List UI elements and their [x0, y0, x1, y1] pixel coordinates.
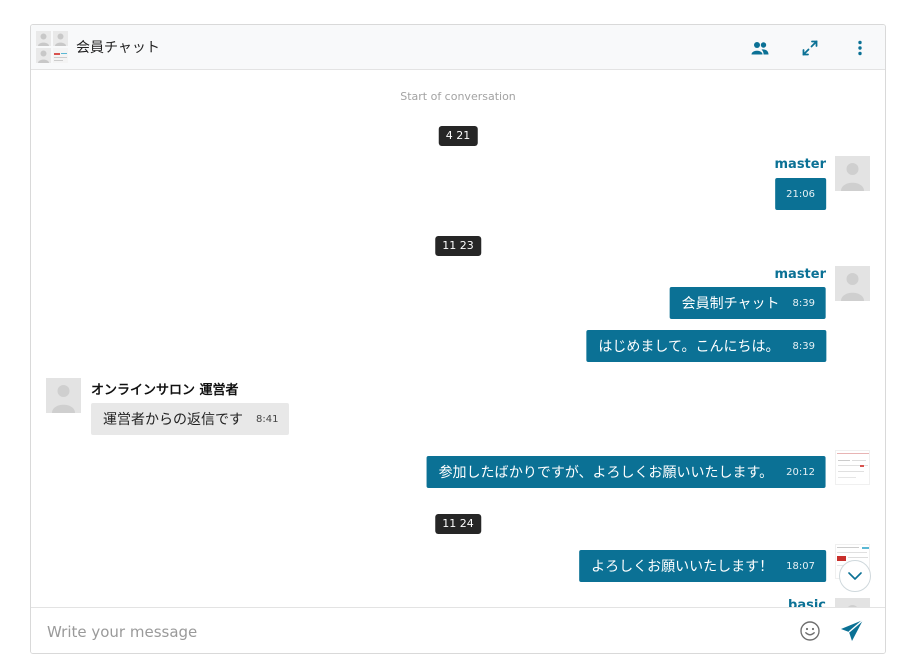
more-vertical-icon[interactable] — [849, 37, 871, 59]
message-input[interactable] — [31, 608, 771, 653]
chat-header: 会員チャット — [31, 25, 885, 70]
message-bubble[interactable]: よろしくお願いいたします！ 18:07 — [579, 550, 826, 582]
message-bubble[interactable]: 運営者からの返信です 8:41 — [91, 403, 290, 435]
message-list[interactable]: Start of conversation 4 21 master 21:06 … — [31, 70, 885, 607]
send-button[interactable] — [839, 618, 865, 644]
message-sender: basic — [788, 598, 826, 607]
user-avatar[interactable] — [835, 450, 870, 485]
user-avatar[interactable] — [46, 378, 81, 413]
message-time: 8:39 — [792, 340, 815, 352]
group-avatar — [36, 31, 69, 64]
conversation-start-label: Start of conversation — [400, 90, 516, 103]
chat-title: 会員チャット — [76, 40, 160, 56]
expand-icon[interactable] — [799, 37, 821, 59]
members-icon[interactable] — [749, 37, 771, 59]
message-bubble[interactable]: 21:06 — [775, 178, 826, 210]
send-icon — [841, 619, 864, 641]
message-time: 21:06 — [786, 188, 815, 200]
date-separator: 4 21 — [438, 126, 478, 146]
user-avatar[interactable] — [835, 156, 870, 191]
message-time: 18:07 — [786, 560, 815, 572]
message-bubble[interactable]: 会員制チャット 8:39 — [669, 287, 826, 319]
member-avatar — [53, 31, 68, 46]
message-sender: master — [774, 157, 827, 172]
message-bubble[interactable]: 参加したばかりですが、よろしくお願いいたします。 20:12 — [426, 456, 826, 488]
emoji-button[interactable] — [799, 620, 821, 642]
message-sender: master — [774, 267, 827, 282]
user-avatar[interactable] — [835, 266, 870, 301]
message-composer — [31, 607, 885, 653]
message-text: よろしくお願いいたします！ — [591, 559, 774, 575]
user-avatar[interactable] — [835, 598, 870, 607]
message-text: 会員制チャット — [681, 296, 780, 312]
message-time: 8:39 — [792, 297, 815, 309]
message-text: 運営者からの返信です — [103, 412, 243, 428]
message-bubble[interactable]: はじめまして。こんにちは。 8:39 — [586, 330, 826, 362]
emoji-icon — [800, 621, 820, 641]
message-text: はじめまして。こんにちは。 — [598, 339, 780, 355]
message-time: 20:12 — [786, 466, 815, 478]
date-separator: 11 23 — [435, 236, 481, 256]
member-avatar — [53, 48, 68, 63]
chevron-down-icon — [848, 572, 862, 580]
scroll-to-bottom-button[interactable] — [839, 560, 871, 592]
member-avatar — [36, 31, 51, 46]
message-text: 参加したばかりですが、よろしくお願いいたします。 — [438, 465, 774, 481]
date-separator: 11 24 — [435, 514, 481, 534]
member-avatar — [36, 48, 51, 63]
message-sender: オンラインサロン 運営者 — [91, 383, 239, 398]
chat-window: 会員チャット Start of conversation 4 21 master… — [30, 24, 886, 654]
message-time: 8:41 — [256, 413, 279, 425]
